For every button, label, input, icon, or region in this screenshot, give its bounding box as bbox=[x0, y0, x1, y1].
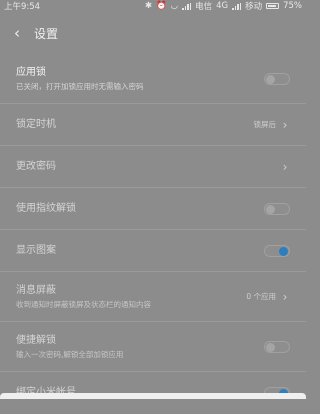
back-icon[interactable]: ‹ bbox=[0, 24, 34, 42]
show-pattern-row[interactable]: 显示图案 bbox=[0, 230, 306, 272]
quick-unlock-row[interactable]: 便捷解锁 输入一次密码,解锁全部加锁应用 bbox=[0, 322, 306, 372]
quick-unlock-toggle[interactable] bbox=[264, 340, 290, 353]
toggle-knob bbox=[279, 246, 288, 256]
status-time: 上午9:54 bbox=[4, 2, 41, 12]
message-block-value: 0 个应用 bbox=[246, 292, 276, 301]
toggle-knob bbox=[266, 74, 275, 84]
quick-unlock-subtitle: 输入一次密码,解锁全部加锁应用 bbox=[16, 349, 124, 359]
lock-timing-row[interactable]: 锁定时机 锁屏后 › bbox=[0, 104, 306, 146]
battery-icon bbox=[266, 3, 280, 9]
lock-timing-title: 锁定时机 bbox=[16, 118, 56, 130]
message-block-row[interactable]: 消息屏蔽 收到通知时屏蔽锁屏及状态栏的通知内容 0 个应用 › bbox=[0, 272, 306, 322]
network-type: 4G bbox=[216, 1, 229, 11]
fingerprint-unlock-title: 使用指纹解锁 bbox=[16, 202, 76, 214]
bottom-sheet bbox=[0, 393, 306, 399]
show-pattern-title: 显示图案 bbox=[16, 244, 56, 256]
status-bar: 上午9:54 ✱ ⏰ ◡ 电信 4G 移动 75% bbox=[0, 0, 306, 12]
app-lock-subtitle: 已关闭，打开加锁应用时无需输入密码 bbox=[16, 81, 144, 91]
message-block-subtitle: 收到通知时屏蔽锁屏及状态栏的通知内容 bbox=[16, 299, 151, 309]
header: ‹ 设置 bbox=[0, 18, 306, 48]
chevron-right-icon: › bbox=[282, 159, 288, 174]
carrier-1: 电信 bbox=[195, 2, 213, 12]
wifi-icon: ◡ bbox=[170, 1, 179, 11]
toggle-knob bbox=[266, 342, 275, 352]
app-lock-row[interactable]: 应用锁 已关闭，打开加锁应用时无需输入密码 bbox=[0, 54, 306, 104]
chevron-right-icon: › bbox=[282, 289, 288, 304]
chevron-right-icon: › bbox=[282, 117, 288, 132]
status-icons: ✱ ⏰ ◡ 电信 4G 移动 75% bbox=[145, 0, 302, 12]
app-lock-title: 应用锁 bbox=[16, 66, 46, 78]
bluetooth-icon: ✱ bbox=[144, 1, 153, 11]
carrier-2: 移动 bbox=[245, 2, 263, 12]
change-password-title: 更改密码 bbox=[16, 160, 56, 172]
toggle-knob bbox=[266, 204, 275, 214]
change-password-row[interactable]: 更改密码 › bbox=[0, 146, 306, 188]
settings-list: 应用锁 已关闭，打开加锁应用时无需输入密码 锁定时机 锁屏后 › 更改密码 › … bbox=[0, 54, 306, 414]
fingerprint-unlock-toggle[interactable] bbox=[264, 202, 290, 215]
page-title: 设置 bbox=[34, 26, 59, 41]
signal-icon-2 bbox=[232, 2, 242, 10]
signal-icon-1 bbox=[182, 2, 192, 10]
quick-unlock-title: 便捷解锁 bbox=[16, 334, 56, 346]
fingerprint-unlock-row[interactable]: 使用指纹解锁 bbox=[0, 188, 306, 230]
alarm-icon: ⏰ bbox=[156, 1, 167, 11]
lock-timing-value: 锁屏后 bbox=[253, 120, 277, 129]
app-lock-toggle[interactable] bbox=[264, 72, 290, 85]
message-block-title: 消息屏蔽 bbox=[16, 284, 56, 296]
battery-text: 75% bbox=[283, 1, 302, 11]
show-pattern-toggle[interactable] bbox=[264, 244, 290, 257]
